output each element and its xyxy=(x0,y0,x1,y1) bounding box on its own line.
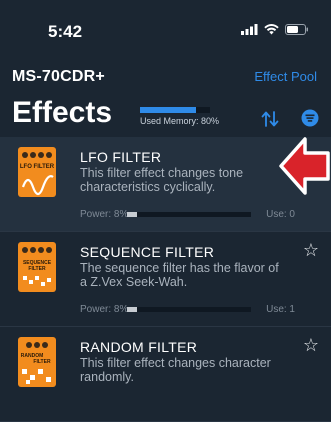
memory-bar-fill xyxy=(140,107,196,113)
list-item[interactable]: RANDOM FILTER RANDOM FILTER ☆ This filte… xyxy=(0,327,331,422)
svg-text:LFO FILTER: LFO FILTER xyxy=(20,164,55,170)
sort-icon[interactable] xyxy=(261,111,279,127)
favorite-star-icon[interactable]: ☆ xyxy=(303,240,319,261)
power-bar xyxy=(127,307,251,312)
device-name: MS-70CDR+ xyxy=(12,68,105,85)
pedal-thumbnail: LFO FILTER xyxy=(18,147,56,197)
effect-name: RANDOM FILTER xyxy=(80,339,198,355)
svg-text:FILTER: FILTER xyxy=(33,359,51,365)
pedal-thumbnail: SEQUENCE FILTER xyxy=(18,242,56,292)
power-label: Power: 8% xyxy=(80,304,129,315)
memory-label: Used Memory: 80% xyxy=(140,116,220,126)
wifi-icon xyxy=(264,24,279,35)
red-arrow-icon xyxy=(279,137,330,195)
use-count: Use: 1 xyxy=(266,304,295,315)
effect-description: This filter effect changes tone characte… xyxy=(80,166,244,194)
power-label: Power: 8% xyxy=(80,209,129,220)
used-memory: Used Memory: 80% xyxy=(140,107,280,126)
effect-description: This filter effect changes character ran… xyxy=(80,356,271,384)
signal-icon xyxy=(241,24,258,35)
memory-bar xyxy=(140,107,210,113)
filter-menu-icon[interactable] xyxy=(301,109,319,127)
use-count: Use: 0 xyxy=(266,209,295,220)
status-icons xyxy=(241,24,309,35)
effect-name: SEQUENCE FILTER xyxy=(80,244,215,260)
battery-icon xyxy=(285,24,308,35)
favorite-star-icon[interactable]: ☆ xyxy=(303,335,319,356)
power-bar xyxy=(127,212,251,217)
list-item[interactable]: SEQUENCE FILTER SEQUENCE FILTER ☆ The se… xyxy=(0,232,331,327)
effect-description: The sequence filter has the flavor of a … xyxy=(80,261,279,289)
svg-text:FILTER: FILTER xyxy=(28,266,46,272)
status-time: 5:42 xyxy=(48,22,83,41)
effect-name: LFO FILTER xyxy=(80,149,162,165)
page-title: Effects xyxy=(12,96,113,129)
effect-pool-button[interactable]: Effect Pool xyxy=(254,69,317,84)
pedal-thumbnail: RANDOM FILTER xyxy=(18,337,56,387)
status-bar: 5:42 xyxy=(0,0,331,64)
